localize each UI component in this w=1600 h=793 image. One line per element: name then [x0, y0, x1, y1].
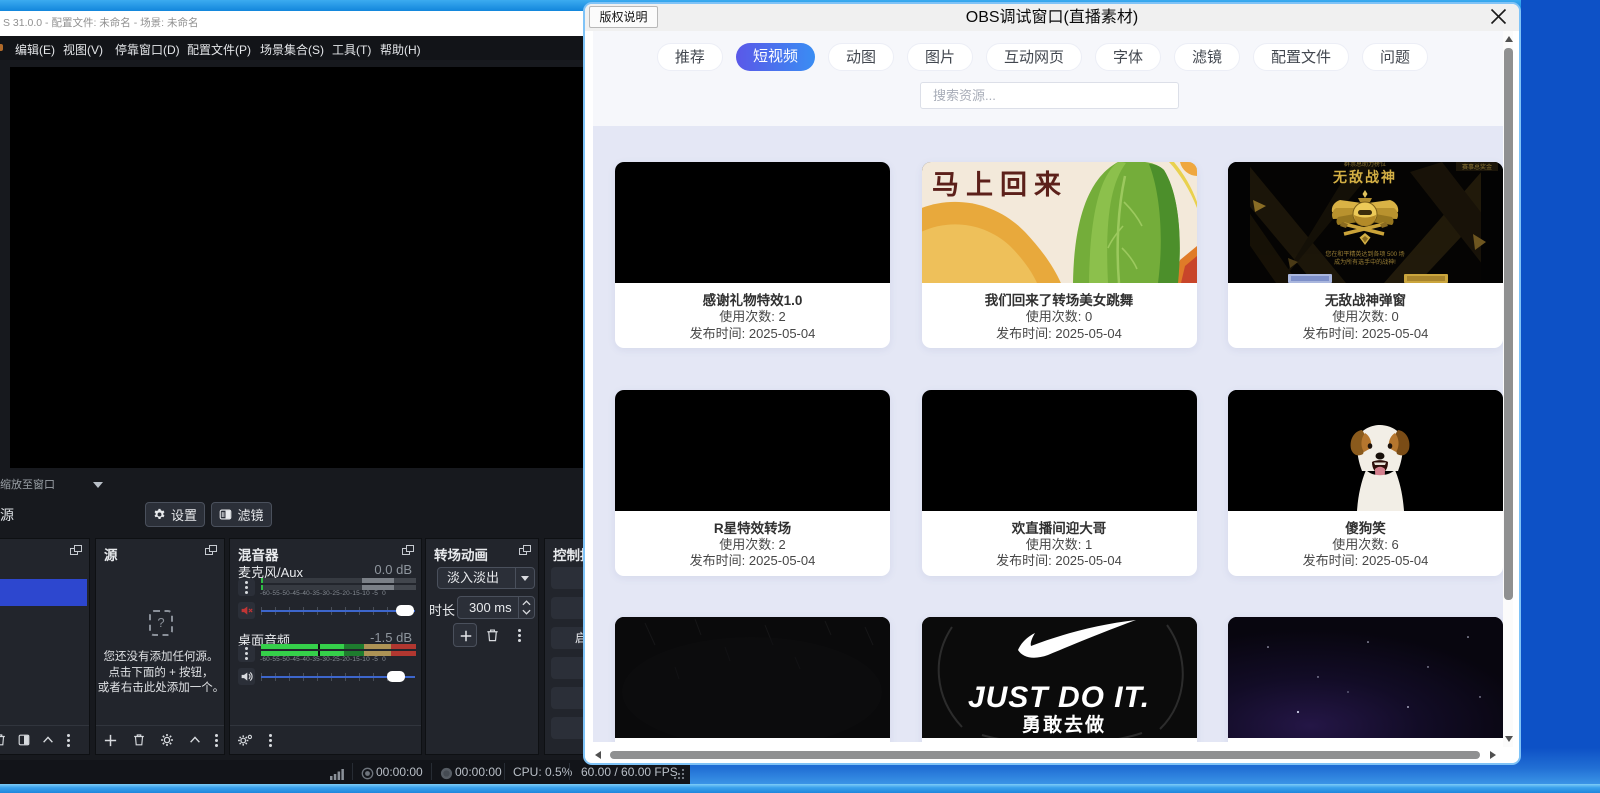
svg-text:成为所有选手中的战神!: 成为所有选手中的战神! — [1334, 258, 1396, 266]
svg-text:无敌战神: 无敌战神 — [1332, 169, 1397, 185]
svg-text:群票总助力榜位: 群票总助力榜位 — [1344, 162, 1386, 168]
svg-text:您在和平精英达到各项 500 场: 您在和平精英达到各项 500 场 — [1325, 250, 1404, 258]
svg-text:赛事总奖金: 赛事总奖金 — [1462, 163, 1492, 171]
svg-text:马上回来: 马上回来 — [932, 170, 1068, 200]
svg-text:JUST DO IT.: JUST DO IT. — [967, 681, 1149, 714]
svg-text:勇敢去做: 勇敢去做 — [1021, 713, 1105, 736]
